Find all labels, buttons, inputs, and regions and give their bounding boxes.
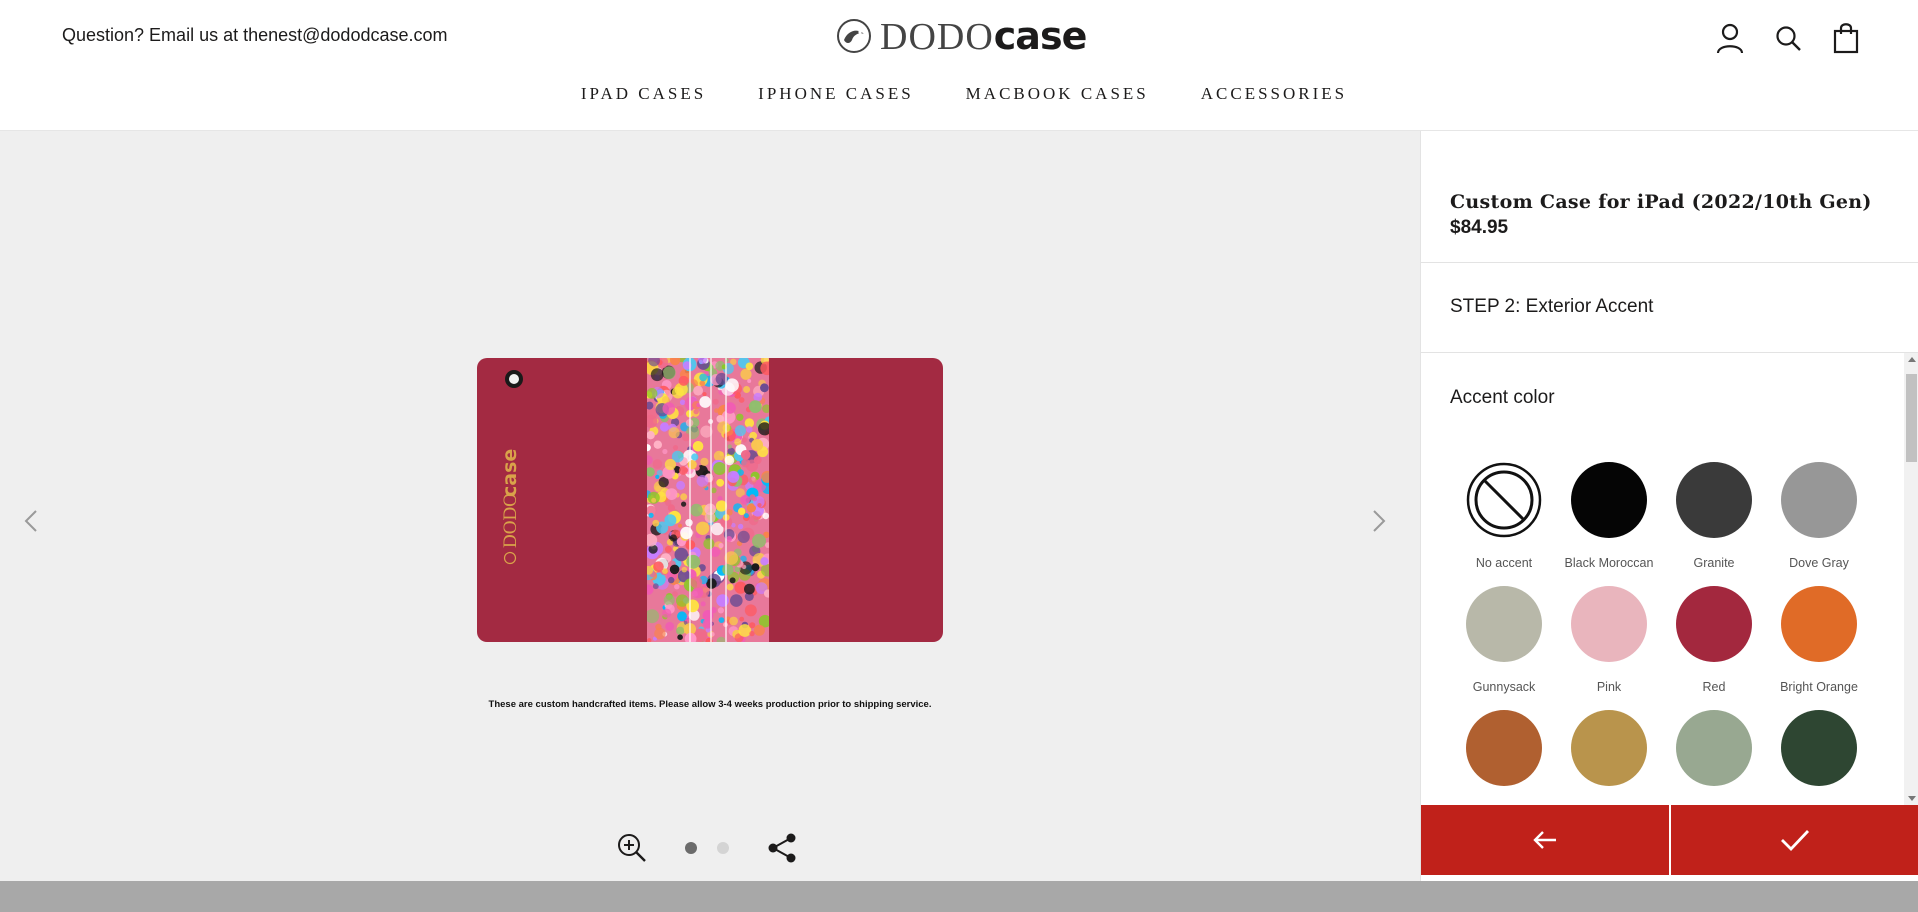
site-header: Question? Email us at thenest@dododcase.… [0, 0, 1918, 131]
swatch-granite[interactable]: Granite [1675, 462, 1753, 572]
dodo-bird-icon [837, 19, 871, 53]
image-dot-2[interactable] [717, 842, 729, 854]
swatch-color-circle [1676, 462, 1752, 538]
product-gallery: DODO case These are custom handcrafted i… [0, 131, 1420, 881]
swatch-color-circle [1676, 710, 1752, 786]
swatch-label: Pink [1596, 680, 1622, 694]
svg-text:DODO: DODO [500, 493, 521, 548]
swatch-label: Granite [1693, 556, 1735, 570]
help-email-text: Question? Email us at thenest@dododcase.… [62, 25, 448, 45]
scrollbar-thumb[interactable] [1906, 374, 1917, 462]
swatch-black-moroccan[interactable]: Black Moroccan [1565, 462, 1653, 572]
swatch-red[interactable]: Red [1675, 586, 1753, 696]
nav-macbook-cases[interactable]: MACBOOK CASES [966, 84, 1149, 104]
swatch-bright-orange[interactable]: Bright Orange [1780, 586, 1858, 696]
swatch-color-circle [1571, 586, 1647, 662]
swatch-color-circle [1676, 586, 1752, 662]
product-title: Custom Case for iPad (2022/10th Gen) [1450, 191, 1872, 213]
dodocase-logo[interactable]: DODO case [834, 13, 1088, 58]
back-button[interactable] [1421, 805, 1669, 875]
accent-options-scroll-area[interactable]: Accent color No accent Black Moroccan Gran… [1421, 353, 1918, 805]
page-bottom-strip [0, 881, 1918, 912]
swatch-color-circle [1781, 710, 1857, 786]
arrow-left-icon [1533, 831, 1556, 849]
step-label: STEP 2: Exterior Accent [1450, 296, 1654, 317]
search-icon[interactable] [1774, 22, 1802, 54]
swatch-label: No accent [1475, 556, 1533, 570]
step-action-bar [1421, 805, 1918, 875]
accent-swatch-grid: No accent Black Moroccan Granite Dove Gray G… [1465, 462, 1858, 805]
scroll-up-icon[interactable] [1908, 357, 1916, 362]
swatch-color-circle [1571, 710, 1647, 786]
account-icon[interactable] [1716, 22, 1744, 54]
previous-image-icon[interactable] [20, 501, 44, 541]
share-icon[interactable] [765, 831, 799, 865]
image-dot-1[interactable] [685, 842, 697, 854]
nav-ipad-cases[interactable]: IPAD CASES [581, 84, 706, 104]
production-notice: These are custom handcrafted items. Plea… [488, 699, 932, 710]
accent-color-title: Accent color [1450, 387, 1555, 408]
swatch-label: Black Moroccan [1564, 556, 1654, 570]
zoom-icon[interactable] [615, 831, 649, 865]
logo-text-thin: DODO [880, 15, 994, 58]
nav-accessories[interactable]: ACCESSORIES [1201, 84, 1347, 104]
cart-icon[interactable] [1832, 22, 1860, 54]
swatch-label: Gunnysack [1472, 680, 1536, 694]
image-pagination [685, 842, 729, 854]
swatch-label: Bright Orange [1780, 680, 1858, 694]
swatch-color-12[interactable] [1780, 710, 1858, 805]
no-accent-icon [1466, 462, 1542, 538]
product-price: $84.95 [1450, 217, 1509, 238]
product-image: DODO case [477, 358, 943, 642]
confetti-accent-strip [647, 358, 769, 642]
swatch-color-10[interactable] [1570, 710, 1648, 805]
swatch-no-accent[interactable]: No accent [1465, 462, 1543, 572]
next-image-icon[interactable] [1366, 501, 1390, 541]
swatch-pink[interactable]: Pink [1570, 586, 1648, 696]
swatch-color-circle [1781, 462, 1857, 538]
scroll-down-icon[interactable] [1908, 796, 1916, 801]
swatch-color-11[interactable] [1675, 710, 1753, 805]
divider [1421, 262, 1918, 263]
main-nav: IPAD CASES IPHONE CASES MACBOOK CASES AC… [0, 84, 1918, 104]
confirm-button[interactable] [1671, 805, 1918, 875]
nav-iphone-cases[interactable]: IPHONE CASES [758, 84, 914, 104]
swatch-color-circle [1781, 586, 1857, 662]
swatch-label: Red [1702, 680, 1726, 694]
options-scrollbar[interactable] [1904, 353, 1918, 805]
swatch-color-circle [1571, 462, 1647, 538]
logo-text-bold: case [993, 13, 1088, 58]
product-configurator: Custom Case for iPad (2022/10th Gen) $84… [1420, 131, 1918, 881]
checkmark-icon [1781, 830, 1810, 852]
case-logo-imprint: DODO case [499, 449, 521, 565]
swatch-color-9[interactable] [1465, 710, 1543, 805]
swatch-gunnysack[interactable]: Gunnysack [1465, 586, 1543, 696]
swatch-label: Dove Gray [1789, 556, 1849, 570]
swatch-color-circle [1466, 586, 1542, 662]
swatch-dove-gray[interactable]: Dove Gray [1780, 462, 1858, 572]
svg-text:case: case [499, 449, 521, 497]
swatch-color-circle [1466, 710, 1542, 786]
